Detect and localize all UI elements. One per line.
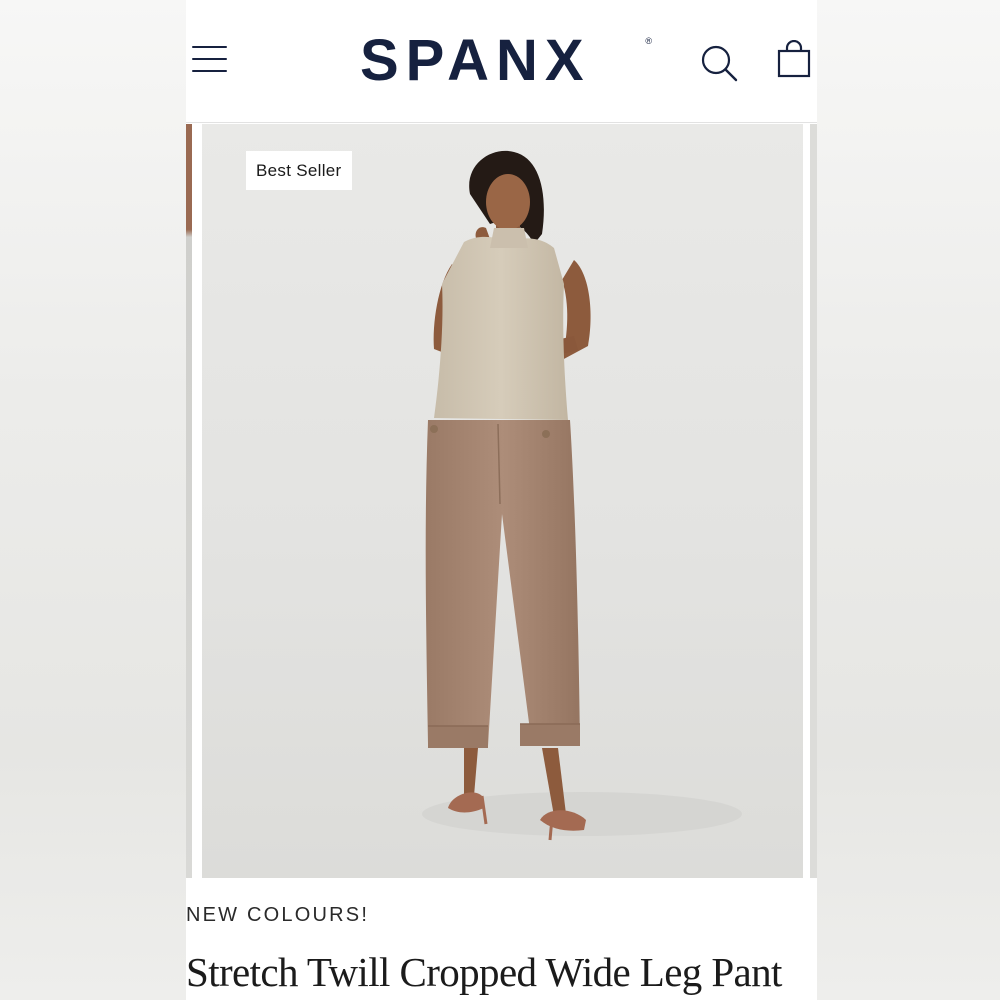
brand-logo[interactable]: SPANX ®: [360, 26, 652, 96]
next-slide-peek[interactable]: [810, 124, 817, 878]
model-illustration: [422, 150, 742, 841]
site-header: SPANX ®: [186, 0, 817, 123]
product-title[interactable]: Stretch Twill Cropped Wide Leg Pant: [186, 948, 817, 996]
blurred-backdrop-left: [0, 0, 186, 1000]
previous-slide-peek[interactable]: [186, 124, 192, 878]
product-image-carousel[interactable]: Best Seller: [186, 124, 817, 878]
hamburger-menu-icon[interactable]: [192, 44, 228, 74]
registered-mark: ®: [645, 36, 652, 46]
product-info: NEW COLOURS! Stretch Twill Cropped Wide …: [186, 878, 817, 1000]
best-seller-badge: Best Seller: [246, 151, 352, 190]
brand-logo-text: SPANX: [360, 28, 591, 93]
product-image[interactable]: Best Seller: [202, 124, 803, 878]
blurred-backdrop-right: [816, 0, 1000, 1000]
shopping-bag-icon[interactable]: [776, 39, 812, 80]
mobile-screen: SPANX ® Best Seller NEW COLOURS! Stretch…: [186, 0, 817, 1000]
new-colours-label: NEW COLOURS!: [186, 904, 370, 926]
search-icon[interactable]: [700, 44, 740, 84]
